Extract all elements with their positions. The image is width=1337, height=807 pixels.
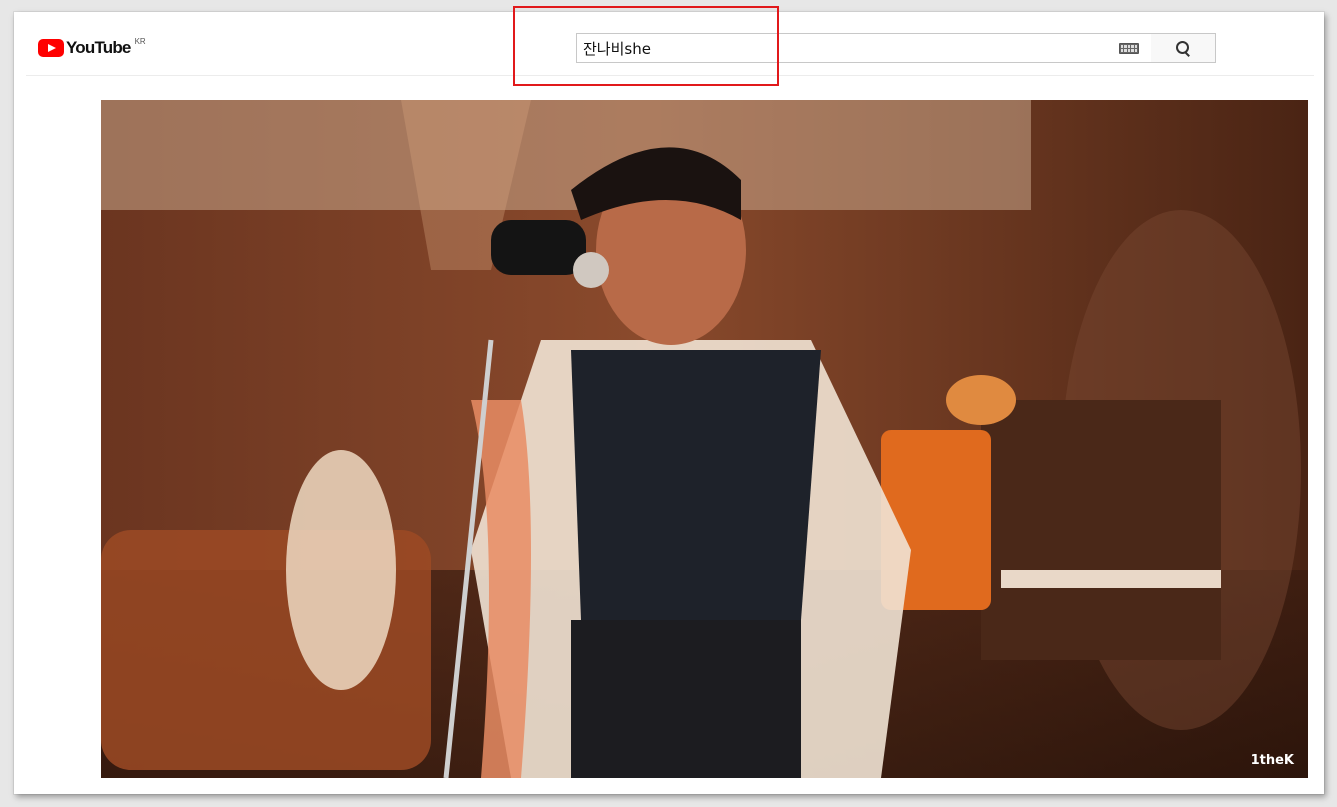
youtube-logo[interactable]: YouTube KR [38,36,146,60]
video-frame [101,100,1308,778]
search-input[interactable] [577,34,1119,62]
search-box [576,33,1152,63]
channel-watermark: 1theK [1250,753,1294,768]
youtube-logo-icon [38,39,64,57]
keyboard-icon[interactable] [1119,42,1139,54]
browser-page: YouTube KR 잔나비she 1theK [14,6,1324,794]
region-code: KR [134,37,146,46]
search-icon [1175,40,1191,56]
video-player[interactable]: 1theK [101,100,1308,778]
search-button[interactable] [1151,33,1216,63]
masthead: YouTube KR [26,6,1314,86]
logo-wordmark: YouTube [66,38,131,57]
